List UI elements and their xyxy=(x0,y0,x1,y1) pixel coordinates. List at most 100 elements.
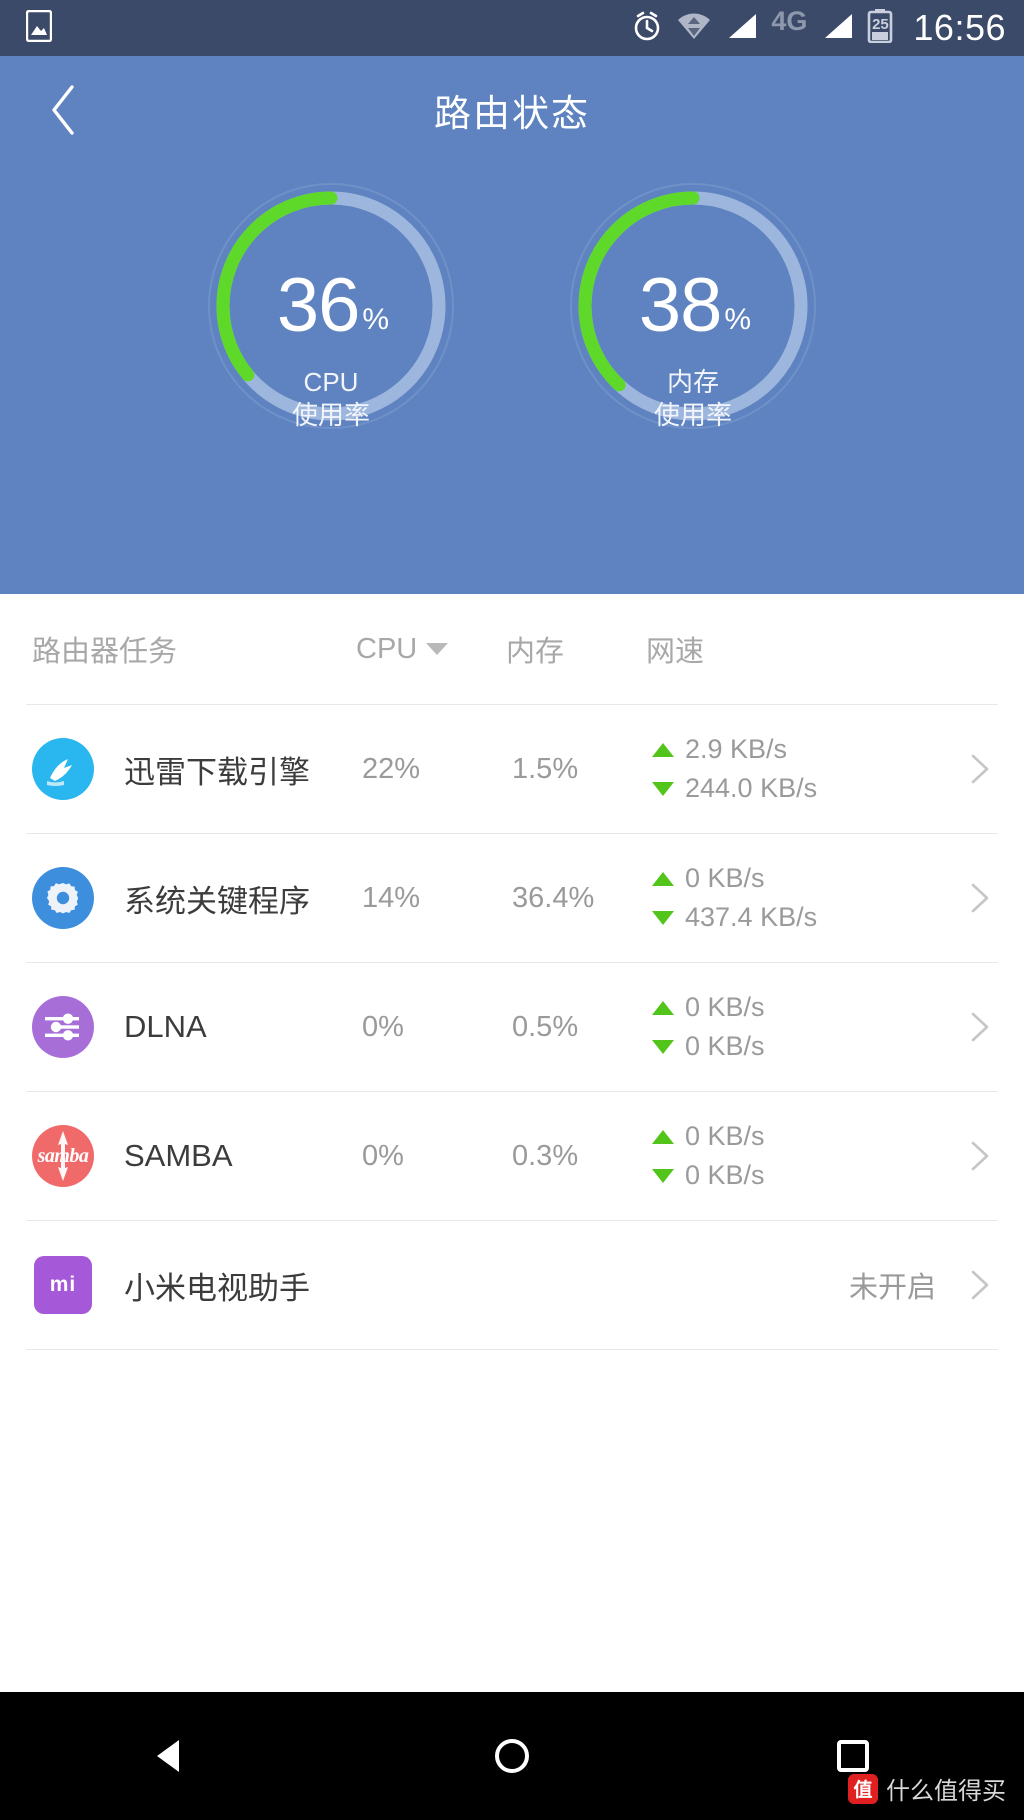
table-row[interactable]: mi 小米电视助手 未开启 xyxy=(0,1221,1024,1349)
back-button[interactable] xyxy=(36,83,90,137)
cpu-gauge-label: CPU 使用率 xyxy=(201,366,461,432)
task-upload: 0 KB/s xyxy=(652,988,998,1027)
task-cpu: 22% xyxy=(362,752,421,785)
arrow-up-icon xyxy=(652,1000,674,1015)
arrow-up-icon xyxy=(652,742,674,757)
task-upload: 0 KB/s xyxy=(652,1117,998,1156)
status-bar-clock: 16:56 xyxy=(913,7,1006,48)
cpu-usage-gauge: 36% CPU 使用率 xyxy=(201,176,461,476)
task-name: 系统关键程序 xyxy=(124,883,310,919)
memory-gauge-label-line1: 内存 xyxy=(666,367,719,397)
battery-icon: 25 xyxy=(867,8,893,48)
task-network: 0 KB/s 437.4 KB/s xyxy=(652,859,998,937)
arrow-down-icon xyxy=(652,1039,674,1054)
task-upload: 2.9 KB/s xyxy=(652,730,998,769)
task-memory: 1.5% xyxy=(512,752,579,785)
task-network: 2.9 KB/s 244.0 KB/s xyxy=(652,730,998,808)
table-header-row: 路由器任务 CPU 内存 网速 xyxy=(0,594,1024,704)
alarm-icon xyxy=(631,10,663,47)
watermark: 值 什么值得买 xyxy=(848,1771,1006,1806)
phone-screen: 4G 25 16:56 路由状态 36 % CPU 使用率 38 % 内存 使用… xyxy=(0,0,1024,1820)
chevron-right-icon[interactable] xyxy=(962,1268,996,1302)
task-name: 小米电视助手 xyxy=(124,1270,310,1306)
samba-icon: samba xyxy=(26,1125,100,1187)
task-status: 未开启 xyxy=(848,1272,936,1304)
task-download: 0 KB/s xyxy=(652,1156,998,1195)
memory-gauge-label-line2: 使用率 xyxy=(653,400,732,430)
arrow-down-icon xyxy=(652,1168,674,1183)
task-upload-value: 2.9 KB/s xyxy=(685,734,788,764)
row-divider xyxy=(26,1349,998,1350)
column-header-cpu-label: CPU xyxy=(356,632,418,665)
memory-gauge-label: 内存 使用率 xyxy=(563,366,823,432)
watermark-text: 什么值得买 xyxy=(886,1778,1006,1805)
page-title: 路由状态 xyxy=(434,93,590,134)
xunlei-icon xyxy=(26,738,100,800)
task-network: 0 KB/s 0 KB/s xyxy=(652,988,998,1066)
chevron-right-icon[interactable] xyxy=(962,881,996,915)
task-download-value: 244.0 KB/s xyxy=(685,773,818,803)
task-memory: 36.4% xyxy=(512,881,595,914)
chevron-right-icon[interactable] xyxy=(962,1010,996,1044)
task-upload-value: 0 KB/s xyxy=(685,1121,765,1151)
arrow-up-icon xyxy=(652,1129,674,1144)
signal-icon-2 xyxy=(821,12,853,45)
cpu-gauge-unit: % xyxy=(362,303,389,336)
column-header-network: 网速 xyxy=(646,636,705,668)
memory-gauge-number: 38 xyxy=(638,263,723,348)
arrow-down-icon xyxy=(652,910,674,925)
table-row[interactable]: 迅雷下载引擎 22% 1.5% 2.9 KB/s 244.0 KB/s xyxy=(0,705,1024,833)
status-bar: 4G 25 16:56 xyxy=(0,0,1024,56)
nav-home-button[interactable] xyxy=(452,1692,572,1820)
column-header-name: 路由器任务 xyxy=(32,636,178,668)
task-download: 244.0 KB/s xyxy=(652,769,998,808)
signal-icon xyxy=(725,12,757,45)
task-upload-value: 0 KB/s xyxy=(685,863,765,893)
task-cpu: 14% xyxy=(362,881,421,914)
task-download-value: 0 KB/s xyxy=(685,1160,765,1190)
cpu-gauge-label-line1: CPU xyxy=(303,367,359,397)
chevron-right-icon[interactable] xyxy=(962,1139,996,1173)
column-header-cpu[interactable]: CPU xyxy=(356,633,506,666)
page-header: 路由状态 36% CPU 使用率 38 % 内存 使用率 xyxy=(0,56,1024,594)
task-download-value: 0 KB/s xyxy=(685,1031,765,1061)
task-upload: 0 KB/s xyxy=(652,859,998,898)
chevron-right-icon[interactable] xyxy=(962,752,996,786)
task-download: 437.4 KB/s xyxy=(652,898,998,937)
task-memory: 0.3% xyxy=(512,1139,579,1172)
task-name: 迅雷下载引擎 xyxy=(124,754,310,790)
table-row[interactable]: DLNA 0% 0.5% 0 KB/s 0 KB/s xyxy=(0,963,1024,1091)
memory-gauge-value: 38% xyxy=(563,268,823,360)
status-bar-right: 4G 25 16:56 xyxy=(631,5,1006,49)
task-cpu: 0% xyxy=(362,1139,404,1172)
gauge-group: 36% CPU 使用率 38% 内存 使用率 xyxy=(0,176,1024,476)
task-upload-value: 0 KB/s xyxy=(685,992,765,1022)
caret-down-icon xyxy=(426,643,449,655)
triangle-back-icon xyxy=(156,1740,179,1772)
arrow-up-icon xyxy=(652,871,674,886)
cpu-gauge-value: 36% xyxy=(201,268,461,360)
mi-tv-assistant-icon: mi xyxy=(26,1256,100,1314)
wifi-icon xyxy=(677,12,711,45)
system-gear-icon xyxy=(26,867,100,929)
navigation-bar: 路由状态 xyxy=(0,56,1024,164)
column-header-memory: 内存 xyxy=(506,636,565,668)
memory-usage-gauge: 38% 内存 使用率 xyxy=(563,176,823,476)
battery-level-label: 25 xyxy=(872,15,889,33)
circle-home-icon xyxy=(494,1739,529,1773)
task-name: SAMBA xyxy=(124,1138,233,1173)
task-name: DLNA xyxy=(124,1009,207,1044)
task-memory: 0.5% xyxy=(512,1010,579,1043)
cpu-gauge-number: 36 xyxy=(276,263,361,348)
table-row[interactable]: samba SAMBA 0% 0.3% 0 KB/s 0 KB/s xyxy=(0,1092,1024,1220)
cpu-gauge-label-line2: 使用率 xyxy=(291,400,370,430)
watermark-badge: 值 xyxy=(848,1773,878,1804)
arrow-down-icon xyxy=(652,781,674,796)
task-download: 0 KB/s xyxy=(652,1027,998,1066)
table-row[interactable]: 系统关键程序 14% 36.4% 0 KB/s 437.4 KB/s xyxy=(0,834,1024,962)
task-download-value: 437.4 KB/s xyxy=(685,902,818,932)
network-type-label: 4G xyxy=(771,5,808,36)
status-bar-left xyxy=(25,9,53,47)
nav-back-button[interactable] xyxy=(111,1692,231,1820)
memory-gauge-unit: % xyxy=(724,303,751,336)
